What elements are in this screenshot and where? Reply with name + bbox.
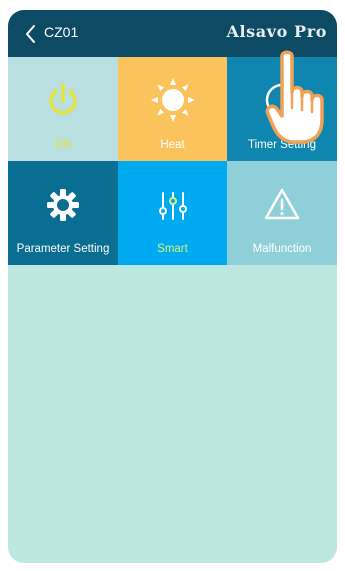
malfunction-tile[interactable]: Malfunction	[227, 161, 337, 265]
device-name: CZ01	[44, 24, 79, 40]
back-arrow-icon[interactable]	[22, 23, 40, 45]
heat-label: Heat	[160, 139, 185, 151]
on-label: ON	[54, 139, 72, 151]
parameter-setting-tile[interactable]: Parameter Setting	[8, 161, 118, 265]
parameter-setting-label: Parameter Setting	[16, 243, 110, 255]
brand-logo: Alsavo Pro	[226, 22, 327, 41]
heat-tile[interactable]: Heat	[118, 57, 227, 161]
smart-label: Smart	[157, 243, 188, 255]
sun-icon	[150, 78, 195, 122]
smart-tile[interactable]: Smart	[118, 161, 227, 265]
on-tile[interactable]: ON	[8, 57, 118, 161]
sliders-icon	[158, 192, 187, 220]
warning-icon	[264, 188, 300, 220]
power-icon	[49, 83, 77, 115]
pointing-hand-icon	[265, 50, 324, 144]
gear-icon	[47, 189, 79, 221]
malfunction-label: Malfunction	[252, 243, 312, 255]
